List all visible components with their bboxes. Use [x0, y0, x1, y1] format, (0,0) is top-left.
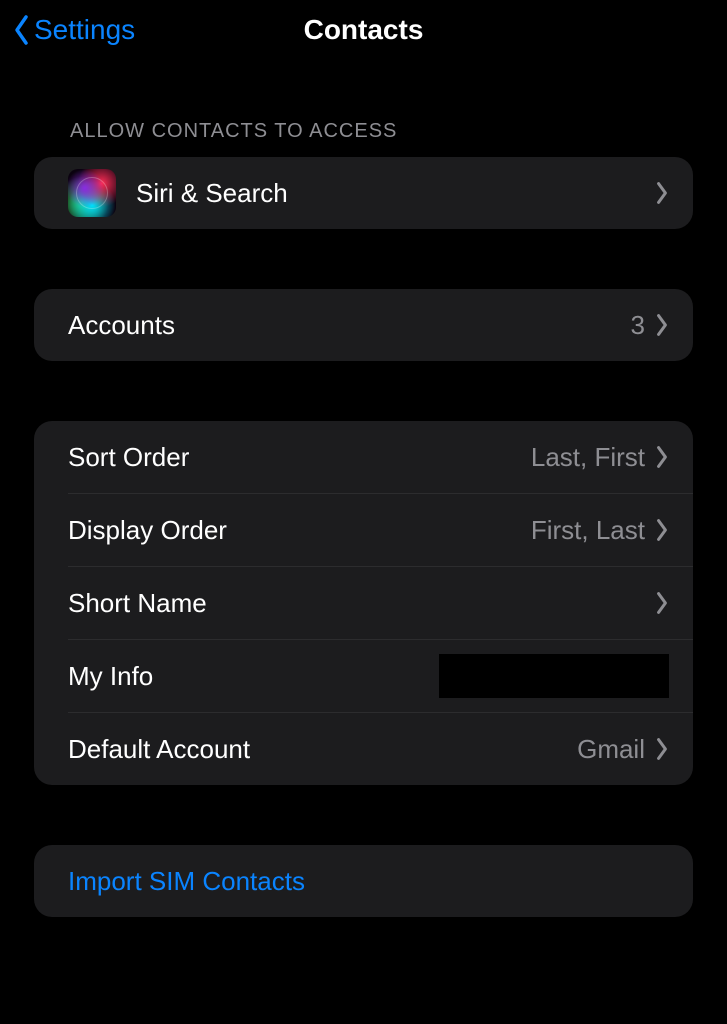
row-value: 3: [631, 310, 645, 341]
back-button[interactable]: Settings: [12, 13, 135, 47]
chevron-left-icon: [12, 13, 32, 47]
my-info-redacted: [439, 654, 669, 698]
chevron-right-icon: [655, 737, 669, 761]
row-label: Default Account: [68, 734, 577, 765]
row-default-account[interactable]: Default Account Gmail: [34, 713, 693, 785]
row-label: Accounts: [68, 310, 631, 341]
row-display-order[interactable]: Display Order First, Last: [34, 494, 693, 566]
row-import-sim-contacts[interactable]: Import SIM Contacts: [34, 845, 693, 917]
row-my-info[interactable]: My Info: [34, 640, 693, 712]
row-label: Import SIM Contacts: [68, 866, 669, 897]
row-label: Display Order: [68, 515, 531, 546]
row-sort-order[interactable]: Sort Order Last, First: [34, 421, 693, 493]
chevron-right-icon: [655, 181, 669, 205]
row-value: Last, First: [531, 442, 645, 473]
row-label: Sort Order: [68, 442, 531, 473]
group-preferences: Sort Order Last, First Display Order Fir…: [34, 421, 693, 785]
section-header: ALLOW CONTACTS TO ACCESS: [0, 60, 727, 157]
row-short-name[interactable]: Short Name: [34, 567, 693, 639]
chevron-right-icon: [655, 445, 669, 469]
row-value: Gmail: [577, 734, 645, 765]
nav-bar: Settings Contacts: [0, 0, 727, 60]
chevron-right-icon: [655, 518, 669, 542]
siri-icon: [68, 169, 116, 217]
row-value: First, Last: [531, 515, 645, 546]
row-accounts[interactable]: Accounts 3: [34, 289, 693, 361]
row-label: My Info: [68, 661, 439, 692]
chevron-right-icon: [655, 313, 669, 337]
group-accounts: Accounts 3: [34, 289, 693, 361]
back-label: Settings: [34, 14, 135, 46]
chevron-right-icon: [655, 591, 669, 615]
group-import: Import SIM Contacts: [34, 845, 693, 917]
page-title: Contacts: [304, 14, 424, 46]
row-siri-search[interactable]: Siri & Search: [34, 157, 693, 229]
row-label: Short Name: [68, 588, 655, 619]
group-siri: Siri & Search: [34, 157, 693, 229]
row-label: Siri & Search: [136, 178, 655, 209]
